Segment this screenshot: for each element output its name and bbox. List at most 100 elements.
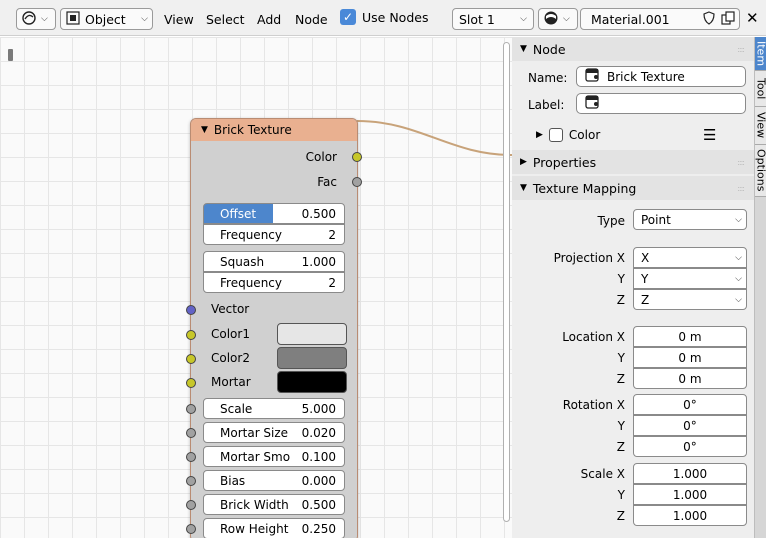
unlink-material-close-icon[interactable]: ✕ bbox=[746, 9, 759, 27]
input-socket-color2[interactable] bbox=[186, 354, 196, 364]
material-name-field[interactable]: Material.001 bbox=[580, 8, 740, 30]
menu-node[interactable]: Node bbox=[295, 12, 328, 27]
input-socket-mortar-smooth[interactable] bbox=[186, 452, 196, 462]
input-socket-bias[interactable] bbox=[186, 476, 196, 486]
node-name-field[interactable]: Brick Texture bbox=[576, 66, 746, 87]
color2-swatch[interactable] bbox=[277, 347, 347, 369]
location-y-field[interactable]: 0 m bbox=[633, 347, 747, 368]
output-label-color: Color bbox=[305, 150, 337, 164]
canvas-scrollbar[interactable] bbox=[503, 42, 510, 522]
scale-x-value: 1.000 bbox=[672, 466, 708, 481]
menu-view[interactable]: View bbox=[164, 12, 194, 27]
color-presets-list-icon[interactable]: ☰ bbox=[703, 126, 716, 144]
input-socket-row-height[interactable] bbox=[186, 524, 196, 534]
chevron-down-icon: ⌵ bbox=[735, 294, 742, 305]
slot-select[interactable]: Slot 1 ⌵ bbox=[452, 8, 534, 30]
menu-select[interactable]: Select bbox=[206, 12, 245, 27]
bias-label: Bias bbox=[220, 473, 246, 488]
input-socket-mortar-size[interactable] bbox=[186, 428, 196, 438]
editor-type-button[interactable]: ⌵ bbox=[16, 8, 56, 30]
browse-material-button[interactable]: ⌵ bbox=[538, 8, 578, 30]
location-z-field[interactable]: 0 m bbox=[633, 368, 747, 389]
menu-add[interactable]: Add bbox=[257, 12, 281, 27]
material-sphere-icon bbox=[543, 10, 559, 29]
chevron-down-icon: ⌵ bbox=[735, 273, 742, 284]
mortar-swatch[interactable] bbox=[277, 371, 347, 393]
slot-select-label: Slot 1 bbox=[459, 11, 495, 27]
fake-user-shield-icon[interactable] bbox=[702, 10, 716, 28]
projection-y-value: Y bbox=[641, 271, 649, 286]
sidebar-tabs: Item Tool View Options bbox=[754, 37, 766, 538]
scale-y-label: Y bbox=[617, 488, 625, 502]
chevron-down-icon: ⌵ bbox=[735, 252, 742, 263]
squash-frequency-field[interactable]: Frequency 2 bbox=[203, 272, 345, 293]
brick-texture-node[interactable]: ▼ Brick Texture Color Fac Offset 0.500 F… bbox=[186, 118, 362, 538]
tab-item[interactable]: Item bbox=[755, 37, 766, 71]
output-socket-fac[interactable] bbox=[352, 177, 362, 187]
scale-z-value: 1.000 bbox=[672, 508, 708, 523]
tab-options[interactable]: Options bbox=[755, 145, 766, 197]
node-panel-title: Node bbox=[532, 41, 566, 57]
tab-tool[interactable]: Tool bbox=[755, 71, 766, 107]
scale-y-value: 1.000 bbox=[672, 487, 708, 502]
projection-z-label: Z bbox=[616, 293, 625, 307]
drag-grip-icon[interactable]: :::: bbox=[737, 158, 745, 167]
checkbox-checked-icon: ✓ bbox=[340, 9, 356, 25]
projection-x-select[interactable]: X ⌵ bbox=[633, 247, 747, 268]
collapse-triangle-icon[interactable]: ▼ bbox=[201, 125, 208, 135]
node-color-toggle[interactable]: ▶ Color bbox=[536, 128, 600, 142]
texture-mapping-panel-header[interactable]: ▼ Texture Mapping :::: bbox=[512, 176, 754, 200]
drag-grip-icon[interactable]: :::: bbox=[737, 184, 745, 193]
frequency-field[interactable]: Frequency 2 bbox=[203, 224, 345, 245]
node-name-value: Brick Texture bbox=[607, 69, 685, 84]
scale-field[interactable]: Scale 5.000 bbox=[203, 398, 345, 419]
type-select[interactable]: Point ⌵ bbox=[633, 209, 747, 230]
rotation-x-field[interactable]: 0° bbox=[633, 394, 747, 415]
output-socket-color[interactable] bbox=[352, 152, 362, 162]
name-label: Name: bbox=[528, 71, 568, 85]
frequency-value: 2 bbox=[328, 227, 336, 242]
type-label: Type bbox=[597, 214, 625, 228]
mortar-smooth-field[interactable]: Mortar Smo 0.100 bbox=[203, 446, 345, 467]
input-socket-color1[interactable] bbox=[186, 330, 196, 340]
location-y-value: 0 m bbox=[678, 350, 702, 365]
duplicate-material-icon[interactable] bbox=[721, 10, 735, 28]
projection-y-select[interactable]: Y ⌵ bbox=[633, 268, 747, 289]
input-socket-vector[interactable] bbox=[186, 305, 196, 315]
properties-panel-title: Properties bbox=[532, 154, 597, 170]
rotation-y-field[interactable]: 0° bbox=[633, 415, 747, 436]
offset-field[interactable]: Offset 0.500 bbox=[203, 203, 345, 224]
input-socket-mortar[interactable] bbox=[186, 378, 196, 388]
tab-view[interactable]: View bbox=[755, 107, 766, 145]
node-label-field[interactable] bbox=[576, 93, 746, 114]
node-panel-header[interactable]: ▼ Node :::: bbox=[512, 37, 754, 61]
scale-label: Scale bbox=[220, 401, 253, 416]
drag-grip-icon[interactable]: :::: bbox=[737, 45, 745, 54]
row-height-field[interactable]: Row Height 0.250 bbox=[203, 518, 345, 538]
scale-z-label: Z bbox=[616, 509, 625, 523]
projection-z-select[interactable]: Z ⌵ bbox=[633, 289, 747, 310]
input-socket-scale[interactable] bbox=[186, 404, 196, 414]
properties-panel-header[interactable]: ▶ Properties :::: bbox=[512, 150, 754, 174]
scale-z-field[interactable]: 1.000 bbox=[633, 505, 747, 526]
brick-width-field[interactable]: Brick Width 0.500 bbox=[203, 494, 345, 515]
rotation-z-value: 0° bbox=[683, 439, 697, 454]
object-mode-label: Object bbox=[85, 11, 126, 27]
node-header[interactable]: ▼ Brick Texture bbox=[191, 119, 357, 141]
offset-label: Offset bbox=[220, 206, 257, 221]
scale-y-field[interactable]: 1.000 bbox=[633, 484, 747, 505]
input-socket-brick-width[interactable] bbox=[186, 500, 196, 510]
rotation-z-field[interactable]: 0° bbox=[633, 436, 747, 457]
color1-label: Color1 bbox=[211, 327, 250, 341]
scale-x-field[interactable]: 1.000 bbox=[633, 463, 747, 484]
node-title: Brick Texture bbox=[213, 123, 292, 137]
mortar-size-field[interactable]: Mortar Size 0.020 bbox=[203, 422, 345, 443]
object-mode-select[interactable]: Object ⌵ bbox=[60, 8, 153, 30]
location-y-label: Y bbox=[617, 351, 625, 365]
location-x-field[interactable]: 0 m bbox=[633, 326, 747, 347]
bias-field[interactable]: Bias 0.000 bbox=[203, 470, 345, 491]
color1-swatch[interactable] bbox=[277, 323, 347, 345]
use-nodes-toggle[interactable]: ✓ Use Nodes bbox=[340, 9, 428, 25]
squash-field[interactable]: Squash 1.000 bbox=[203, 251, 345, 272]
node-editor-canvas[interactable]: ▼ Brick Texture Color Fac Offset 0.500 F… bbox=[0, 37, 512, 538]
